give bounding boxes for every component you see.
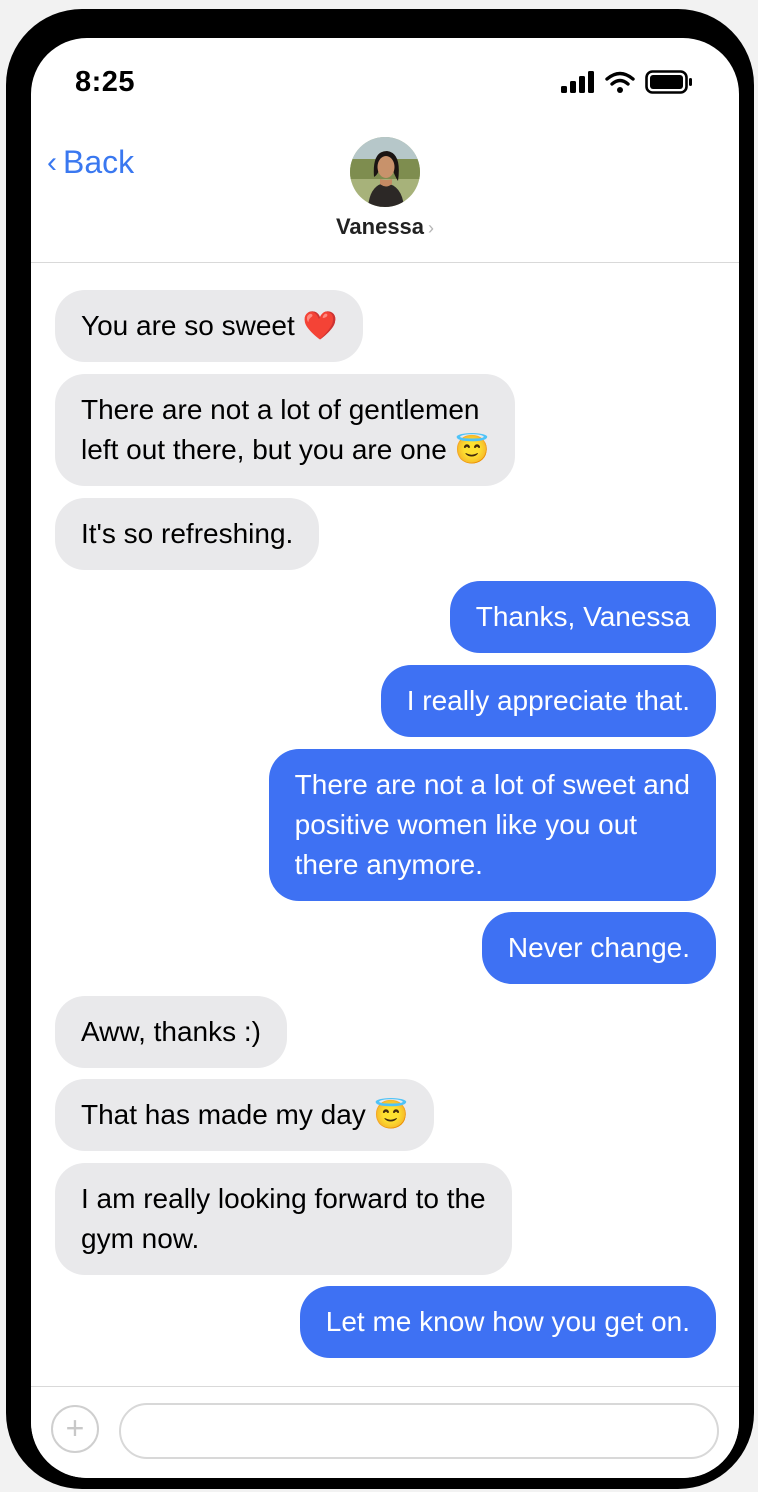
contact-name-row[interactable]: Vanessa ›	[31, 214, 739, 240]
message-bubble-outgoing[interactable]: Let me know how you get on.	[299, 1286, 716, 1358]
wifi-icon	[605, 71, 635, 93]
message-bubble-outgoing[interactable]: There are not a lot of sweet and positiv…	[268, 749, 716, 901]
screen: 8:25 ‹ Back Vanessa › You are so sweet ❤…	[31, 38, 739, 1478]
message-bubble-incoming[interactable]: Aww, thanks :)	[55, 996, 288, 1068]
add-attachment-button[interactable]: +	[51, 1405, 99, 1453]
message-composer: +	[31, 1386, 739, 1478]
back-button[interactable]: ‹ Back	[47, 144, 134, 181]
back-label: Back	[63, 144, 135, 180]
phone-frame: 8:25 ‹ Back Vanessa › You are so sweet ❤…	[6, 9, 754, 1489]
conversation-header: ‹ Back Vanessa ›	[31, 128, 739, 263]
message-bubble-outgoing[interactable]: Thanks, Vanessa	[449, 581, 716, 653]
contact-name: Vanessa	[335, 214, 425, 239]
message-bubble-incoming[interactable]: You are so sweet ❤️	[55, 290, 364, 362]
chevron-left-icon: ‹	[47, 145, 57, 179]
message-bubble-incoming[interactable]: There are not a lot of gentlemen left ou…	[55, 374, 516, 486]
avatar[interactable]	[350, 137, 420, 207]
chevron-right-icon: ›	[428, 218, 435, 238]
message-input[interactable]	[119, 1403, 719, 1459]
cellular-signal-icon	[561, 71, 594, 93]
status-time: 8:25	[75, 66, 136, 98]
contact-photo	[350, 137, 420, 207]
status-icons	[561, 70, 693, 94]
battery-icon	[645, 70, 692, 94]
status-bar: 8:25	[31, 38, 739, 118]
message-bubble-incoming[interactable]: It's so refreshing.	[55, 498, 320, 570]
message-bubble-outgoing[interactable]: Never change.	[481, 912, 716, 984]
message-bubble-outgoing[interactable]: I really appreciate that.	[380, 665, 716, 737]
message-bubble-incoming[interactable]: That has made my day 😇	[55, 1079, 435, 1151]
message-bubble-incoming[interactable]: I am really looking forward to the gym n…	[55, 1163, 512, 1275]
